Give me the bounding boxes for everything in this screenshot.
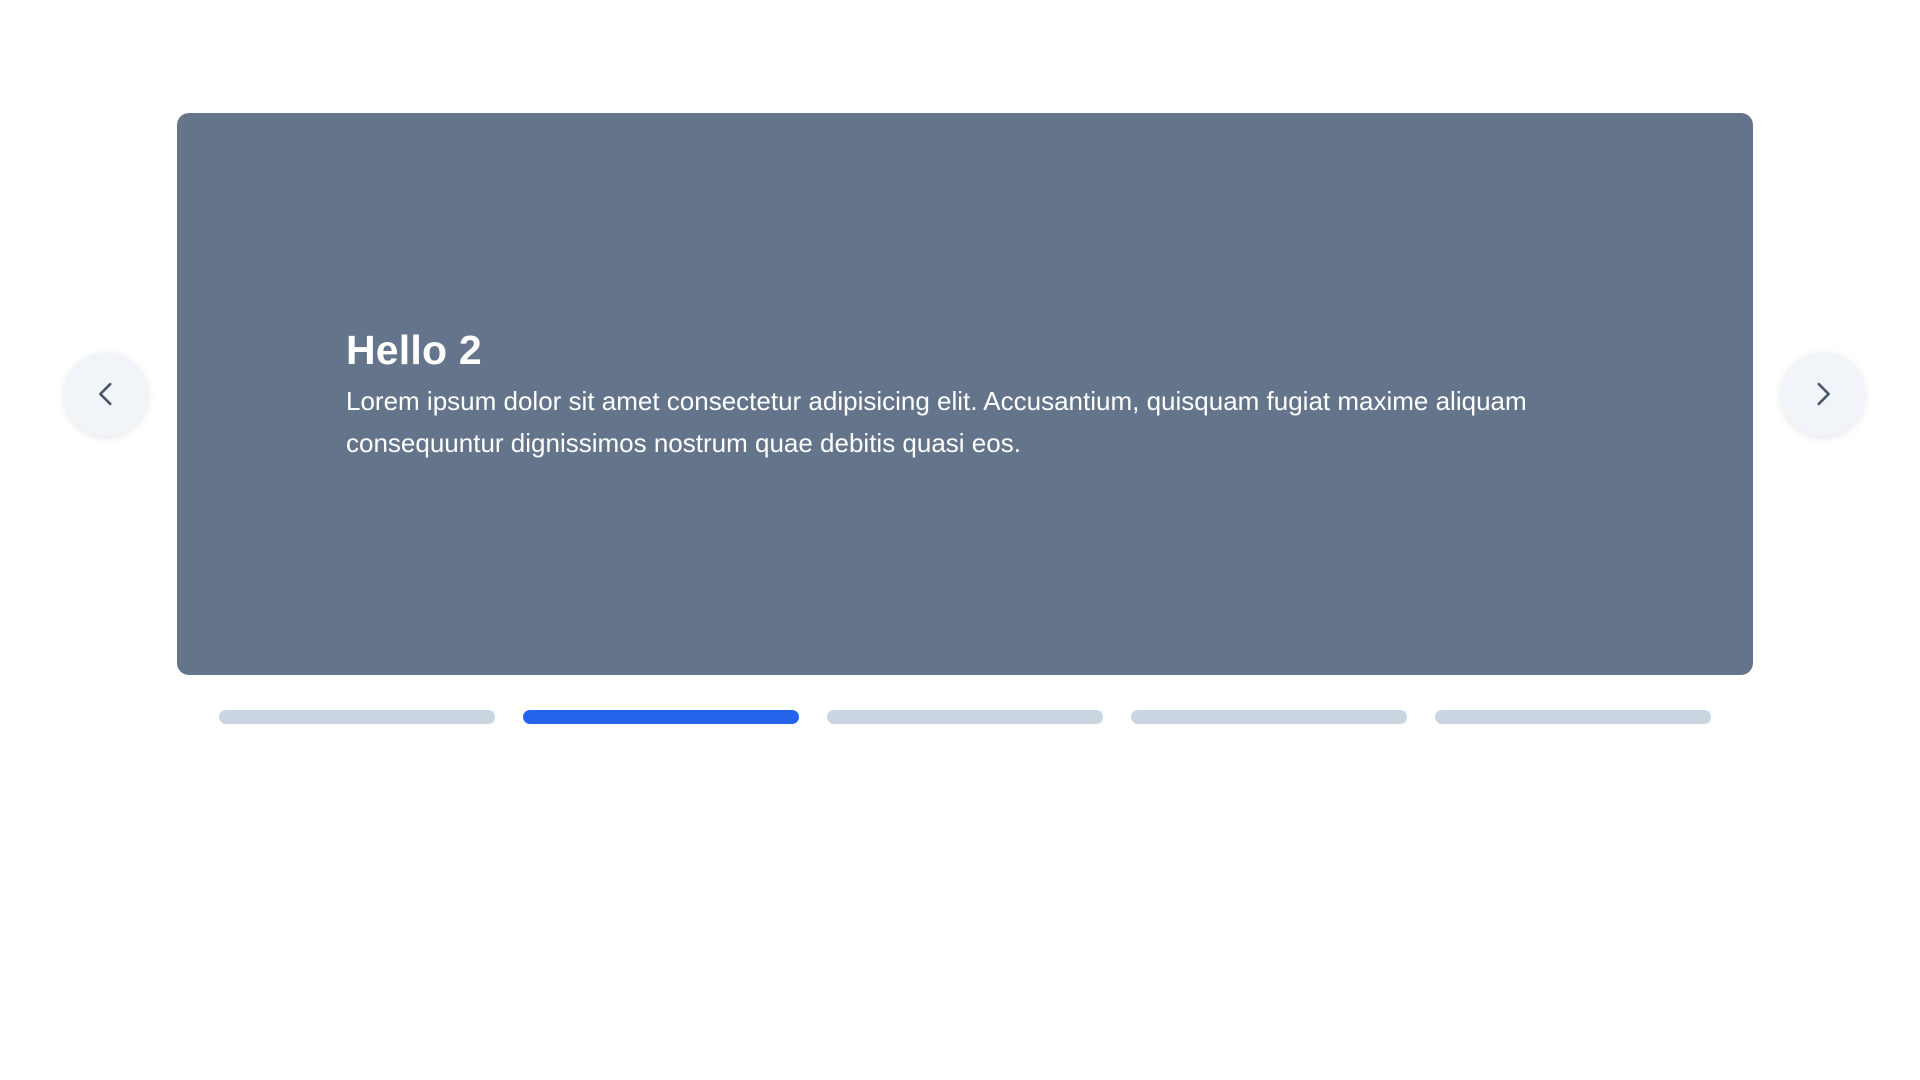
slide-title: Hello 2 [346, 327, 482, 373]
slide-indicator-4[interactable] [1131, 710, 1407, 724]
slide-indicator-5[interactable] [1435, 710, 1711, 724]
slide-indicator-2[interactable] [523, 710, 799, 724]
chevron-right-icon [1806, 377, 1840, 411]
carousel-slide: Hello 2 Lorem ipsum dolor sit amet conse… [177, 113, 1753, 675]
carousel: Hello 2 Lorem ipsum dolor sit amet conse… [0, 0, 1920, 1080]
slide-description: Lorem ipsum dolor sit amet consectetur a… [346, 386, 1527, 459]
slide-indicator-1[interactable] [219, 710, 495, 724]
previous-slide-button[interactable] [64, 352, 148, 436]
chevron-left-icon [89, 377, 123, 411]
slide-indicator-3[interactable] [827, 710, 1103, 724]
slide-content: Hello 2 Lorem ipsum dolor sit amet conse… [346, 327, 1586, 464]
slide-indicators [219, 710, 1711, 724]
next-slide-button[interactable] [1781, 352, 1865, 436]
